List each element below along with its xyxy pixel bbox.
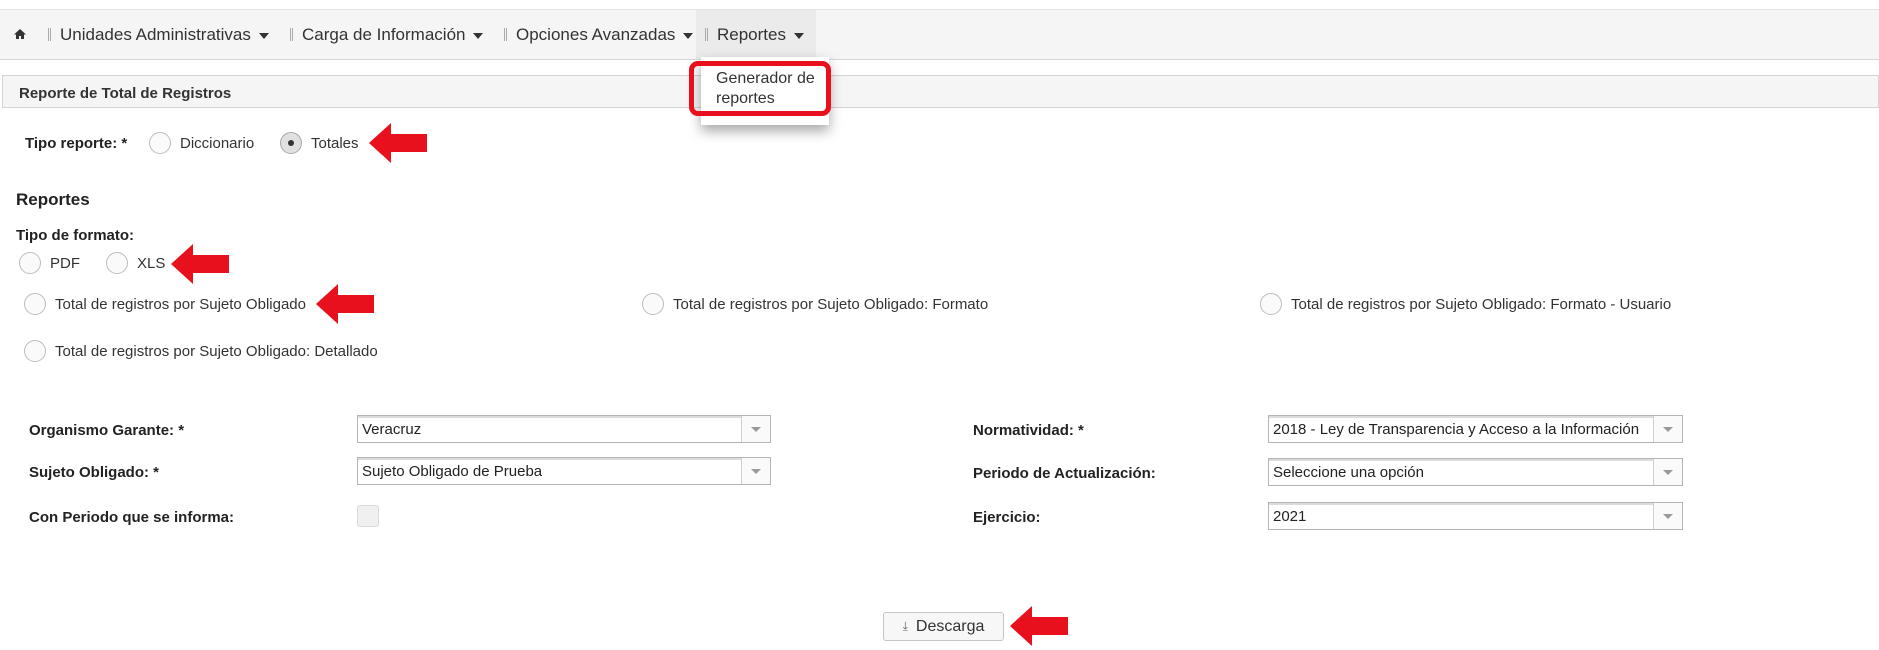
radio-report-detallado-label: Total de registros por Sujeto Obligado: …: [55, 343, 378, 360]
periodo-informa-checkbox[interactable]: [357, 505, 379, 527]
radio-report-total[interactable]: [24, 293, 46, 315]
radio-report-formato[interactable]: [642, 293, 664, 315]
chevron-down-icon[interactable]: [741, 416, 770, 442]
download-button[interactable]: ⤓ Descarga: [883, 612, 1004, 641]
normatividad-value: 2018 - Ley de Transparencia y Acceso a l…: [1273, 421, 1640, 438]
radio-report-formato-usuario-label: Total de registros por Sujeto Obligado: …: [1291, 296, 1672, 313]
sujeto-value: Sujeto Obligado de Prueba: [362, 463, 543, 480]
radio-report-detallado[interactable]: [24, 340, 46, 362]
ejercicio-value: 2021: [1273, 508, 1307, 525]
nav-item-unidades[interactable]: Unidades Administrativas: [48, 10, 269, 59]
arrow-left-icon: [369, 123, 427, 163]
nav-item-reportes[interactable]: Reportes: [696, 10, 816, 59]
organismo-label: Organismo Garante: *: [29, 422, 185, 439]
tipo-reporte-label: Tipo reporte: *: [25, 135, 128, 152]
download-icon: ⤓: [902, 619, 908, 633]
chevron-down-icon[interactable]: [1653, 459, 1682, 485]
arrow-left-icon: [1010, 606, 1068, 646]
nav-item-carga[interactable]: Carga de Información: [290, 10, 484, 59]
caret-down-icon: [473, 32, 484, 39]
periodo-informa-label: Con Periodo que se informa:: [29, 509, 235, 526]
panel-title: Reporte de Total de Registros: [19, 85, 232, 102]
radio-totales-label: Totales: [311, 135, 359, 152]
chevron-down-icon[interactable]: [1653, 503, 1682, 529]
radio-xls-label: XLS: [137, 255, 166, 272]
periodo-actualizacion-value: Seleccione una opción: [1273, 464, 1424, 481]
separator-icon: [705, 28, 708, 41]
periodo-actualizacion-select[interactable]: Seleccione una opción: [1268, 458, 1683, 486]
nav-item-label: Opciones Avanzadas: [516, 24, 676, 44]
radio-diccionario-label: Diccionario: [180, 135, 255, 152]
nav-item-label: Carga de Información: [302, 24, 466, 44]
radio-report-formato-label: Total de registros por Sujeto Obligado: …: [673, 296, 989, 313]
tipo-formato-label: Tipo de formato:: [16, 227, 135, 244]
panel-heading: Reporte de Total de Registros: [2, 75, 1879, 108]
radio-totales[interactable]: [280, 132, 302, 154]
nav-item-label: Reportes: [717, 24, 786, 44]
reportes-heading: Reportes: [16, 190, 90, 209]
sujeto-select[interactable]: Sujeto Obligado de Prueba: [357, 457, 771, 485]
separator-icon: [290, 28, 293, 41]
home-icon[interactable]: [12, 26, 28, 42]
top-navbar: Unidades Administrativas Carga de Inform…: [0, 9, 1879, 60]
ejercicio-select[interactable]: 2021: [1268, 502, 1683, 530]
radio-xls[interactable]: [106, 252, 128, 274]
chevron-down-icon[interactable]: [1653, 416, 1682, 442]
normatividad-select[interactable]: 2018 - Ley de Transparencia y Acceso a l…: [1268, 415, 1683, 443]
periodo-actualizacion-label: Periodo de Actualización:: [973, 465, 1156, 482]
download-label: Descarga: [915, 617, 985, 635]
organismo-select[interactable]: Veracruz: [357, 415, 771, 443]
ejercicio-label: Ejercicio:: [973, 509, 1041, 526]
highlight-box: [689, 61, 831, 116]
radio-pdf[interactable]: [19, 252, 41, 274]
nav-item-opciones[interactable]: Opciones Avanzadas: [504, 10, 694, 59]
caret-down-icon: [258, 32, 269, 39]
chevron-down-icon[interactable]: [741, 458, 770, 484]
nav-item-label: Unidades Administrativas: [60, 24, 251, 44]
organismo-value: Veracruz: [362, 421, 422, 438]
arrow-left-icon: [171, 244, 229, 284]
sujeto-label: Sujeto Obligado: *: [29, 464, 159, 481]
separator-icon: [504, 28, 507, 41]
radio-diccionario[interactable]: [149, 132, 171, 154]
radio-pdf-label: PDF: [50, 255, 80, 272]
separator-icon: [48, 28, 51, 41]
radio-report-formato-usuario[interactable]: [1260, 293, 1282, 315]
arrow-left-icon: [316, 284, 374, 324]
radio-report-total-label: Total de registros por Sujeto Obligado: [55, 296, 306, 313]
normatividad-label: Normatividad: *: [973, 422, 1084, 439]
caret-down-icon: [683, 32, 694, 39]
caret-down-icon: [793, 32, 804, 39]
